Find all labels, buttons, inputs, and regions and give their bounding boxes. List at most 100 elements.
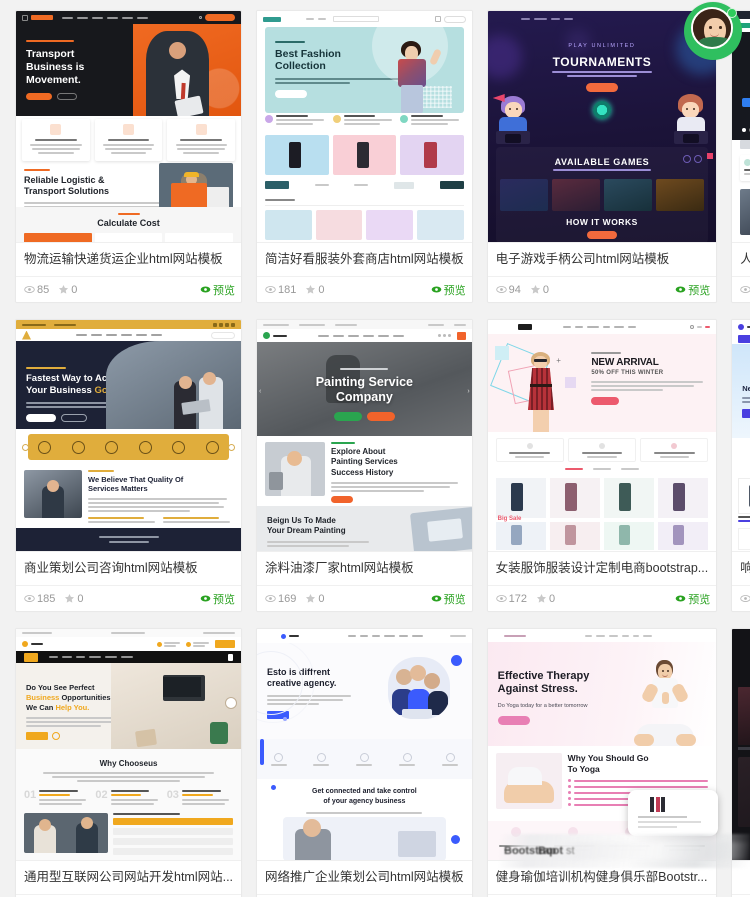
template-thumbnail[interactable]: Fastest Way to Achieve Your Business Goal — [16, 320, 242, 552]
grid-cell: Esto is diffrent creative agency. Get co… — [249, 622, 480, 897]
favorites-stat: 0 — [530, 284, 549, 296]
template-thumbnail[interactable]: + NEW ARRIVAL 50% OFF THIS WINTER Big Sa… — [487, 320, 717, 552]
preview-label: 预览 — [213, 284, 236, 297]
template-meta: 85 0 预览 — [16, 276, 242, 302]
template-title[interactable]: 人工智能机器人IT开发公司html网站模... — [732, 243, 750, 276]
views-stat: 174 — [740, 284, 750, 296]
template-title[interactable] — [732, 861, 750, 894]
preview-label: 预览 — [688, 284, 711, 297]
star-icon — [59, 284, 69, 294]
template-title[interactable]: 通用型互联网公司网站开发html网站... — [16, 861, 241, 894]
online-status-dot — [727, 8, 737, 18]
favorites-stat: 0 — [64, 593, 83, 605]
favorites-stat: 0 — [536, 593, 555, 605]
template-title[interactable]: 物流运输快递货运企业html网站模板 — [16, 243, 241, 276]
preview-button[interactable]: 预览 — [431, 282, 466, 298]
views-count: 172 — [508, 592, 528, 605]
star-icon — [306, 593, 316, 603]
preview-button[interactable]: 预览 — [200, 591, 235, 607]
eye-icon — [675, 595, 686, 602]
avatar-eye-left — [709, 26, 712, 29]
eye-icon — [740, 286, 750, 293]
template-gallery-page: Transport Business is Movement. Reliable… — [0, 0, 750, 897]
template-title[interactable]: 女装服饰服装设计定制电商bootstrap... — [488, 552, 717, 585]
template-thumbnail[interactable]: New Arrival On Spring 2021 Featured Prod… — [732, 320, 750, 552]
views-count: 94 — [508, 283, 521, 296]
grid-cell: WELCOME TO STYLISTIC A PROFESSIONAL MODE… — [724, 622, 750, 897]
views-stat: 185 — [24, 593, 55, 605]
template-title[interactable]: 涂料油漆厂家html网站模板 — [257, 552, 472, 585]
favorites-stat: 0 — [305, 284, 325, 296]
template-thumbnail[interactable]: WELCOME TO STYLISTIC A PROFESSIONAL MODE… — [732, 629, 750, 861]
template-thumbnail[interactable]: PLAY UNLIMITED TOURNAMENTS AVAILABLE GAM… — [487, 11, 717, 243]
template-meta: 174 0 预览 — [732, 276, 750, 302]
template-card[interactable]: Esto is diffrent creative agency. Get co… — [256, 628, 473, 897]
eye-icon — [675, 286, 686, 293]
template-thumbnail[interactable]: Painting Service Company ‹ › Explore Abo… — [257, 320, 472, 552]
template-meta: 94 0 预览 — [487, 276, 717, 302]
template-meta: 185 0 预览 — [16, 585, 242, 611]
template-thumbnail[interactable]: Esto is diffrent creative agency. Get co… — [257, 629, 472, 861]
favorites-stat: 0 — [58, 284, 77, 296]
views-stat: 169 — [265, 593, 296, 605]
template-card[interactable]: Do You See Perfect Business Opportunitie… — [15, 628, 243, 897]
preview-label: 预览 — [213, 593, 236, 606]
eye-icon — [200, 286, 211, 293]
ghost-text-boot: Boot — [538, 845, 564, 857]
floating-overlay-card — [628, 790, 718, 836]
template-card[interactable]: Fastest Way to Achieve Your Business Goal — [15, 319, 243, 612]
template-thumbnail[interactable]: Best Fashion Collection — [257, 11, 472, 243]
grid-cell: Do You See Perfect Business Opportunitie… — [8, 622, 249, 897]
star-icon — [306, 284, 316, 294]
template-title[interactable]: 电子游戏手柄公司html网站模板 — [488, 243, 717, 276]
avatar-eye-right — [719, 26, 722, 29]
template-card[interactable]: Painting Service Company ‹ › Explore Abo… — [256, 319, 473, 612]
views-stat: 85 — [24, 284, 49, 296]
preview-button[interactable]: 预览 — [675, 591, 710, 607]
template-thumbnail[interactable]: Do You See Perfect Business Opportunitie… — [16, 629, 242, 861]
eye-icon — [495, 595, 507, 602]
eye-icon — [24, 595, 35, 602]
favorites-stat: 0 — [305, 593, 325, 605]
star-icon — [536, 593, 547, 603]
views-count: 169 — [278, 592, 297, 605]
views-stat: 172 — [495, 592, 528, 605]
preview-button[interactable]: 预览 — [200, 282, 235, 298]
template-title[interactable]: 简洁好看服装外套商店html网站模板 — [257, 243, 472, 276]
template-card[interactable]: Transport Business is Movement. Reliable… — [15, 10, 243, 303]
template-card[interactable]: New Arrival On Spring 2021 Featured Prod… — [731, 319, 750, 612]
template-card[interactable]: Best Fashion Collection 简洁好看服装外套商店html网站… — [256, 10, 473, 303]
preview-label: 预览 — [443, 593, 466, 606]
template-title[interactable]: 商业策划公司咨询html网站模板 — [16, 552, 241, 585]
views-count: 85 — [37, 283, 50, 296]
template-meta: 172 0 预览 — [487, 585, 717, 611]
grid-cell: Transport Business is Movement. Reliable… — [8, 4, 249, 313]
star-icon — [530, 284, 540, 294]
template-meta: 181 0 预览 — [257, 276, 472, 302]
eye-icon — [431, 595, 441, 602]
eye-icon — [24, 286, 35, 293]
template-card[interactable]: + NEW ARRIVAL 50% OFF THIS WINTER Big Sa… — [486, 319, 718, 612]
template-title[interactable]: 网络推广企业策划公司html网站模板 — [257, 861, 472, 894]
preview-button[interactable]: 预览 — [675, 282, 710, 298]
template-title[interactable]: 健身瑜伽培训机构健身俱乐部Bootstr... — [488, 861, 717, 894]
grid-cell: + NEW ARRIVAL 50% OFF THIS WINTER Big Sa… — [480, 313, 725, 622]
template-title[interactable]: 响应式家具家居桌椅沙发html网站模板 — [732, 552, 750, 585]
avatar[interactable] — [684, 2, 742, 60]
eye-icon — [431, 286, 441, 293]
eye-icon — [740, 595, 750, 602]
template-thumbnail[interactable]: Transport Business is Movement. Reliable… — [16, 11, 242, 243]
views-stat: 181 — [265, 284, 296, 296]
grid-cell: Fastest Way to Achieve Your Business Goal — [8, 313, 249, 622]
grid-cell: Painting Service Company ‹ › Explore Abo… — [249, 313, 480, 622]
template-card[interactable]: WELCOME TO STYLISTIC A PROFESSIONAL MODE… — [731, 628, 750, 897]
grid-cell: New Arrival On Spring 2021 Featured Prod… — [724, 313, 750, 622]
preview-label: 预览 — [443, 284, 466, 297]
favorites-count: 0 — [549, 592, 556, 605]
preview-button[interactable]: 预览 — [431, 591, 466, 607]
views-stat: 94 — [495, 283, 521, 296]
ghost-text-st: st — [566, 845, 575, 857]
preview-label: 预览 — [688, 593, 711, 606]
template-card[interactable]: PLAY UNLIMITED TOURNAMENTS AVAILABLE GAM… — [486, 10, 718, 303]
favorites-count: 0 — [77, 592, 84, 605]
